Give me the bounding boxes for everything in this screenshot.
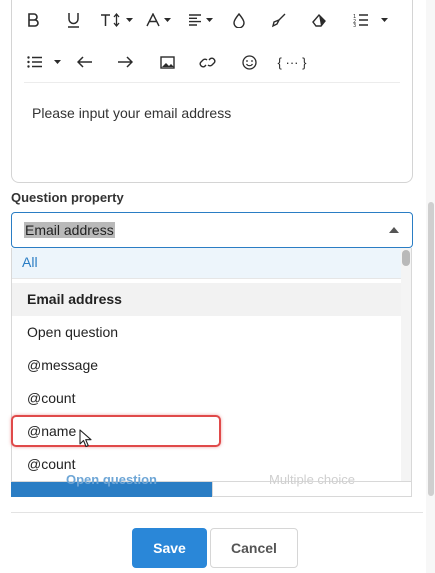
editor-content[interactable]: Please input your email address [32,105,231,121]
cancel-button[interactable]: Cancel [210,528,298,568]
underline-icon[interactable] [62,0,84,40]
font-size-icon[interactable] [98,0,134,40]
page-scrollbar-thumb[interactable] [428,202,434,496]
rich-text-editor[interactable]: 123 { ··· } Please input your email addr… [11,0,413,183]
segment-multiple-choice-label: Multiple choice [269,472,355,487]
dropdown-option-all[interactable]: All [12,248,402,278]
ordered-list-icon[interactable]: 123 [348,0,392,40]
question-property-label: Question property [11,190,124,205]
drop-icon[interactable] [228,0,250,40]
redo-icon[interactable] [114,42,136,82]
select-value: Email address [24,222,115,238]
chevron-up-icon[interactable] [389,227,399,233]
emoji-icon[interactable] [238,42,260,82]
segment-open-question[interactable]: Open question [11,472,212,497]
undo-icon[interactable] [74,42,96,82]
dropdown-option-message[interactable]: @message [12,349,402,382]
page: 123 { ··· } Please input your email addr… [0,0,435,573]
question-property-select[interactable]: Email address [11,212,413,248]
segment-multiple-choice[interactable]: Multiple choice [212,472,412,497]
bold-icon[interactable] [22,0,44,40]
font-color-icon[interactable] [142,0,174,40]
eraser-icon[interactable] [308,0,330,40]
align-icon[interactable] [184,0,216,40]
footer-divider [11,512,423,513]
image-icon[interactable] [156,42,178,82]
dropdown-divider [12,278,404,279]
property-dropdown[interactable]: All Email address Open question @message… [11,248,412,482]
dropdown-option-name[interactable]: @name [12,415,402,448]
code-icon[interactable]: { ··· } [274,42,310,82]
link-icon[interactable] [196,42,218,82]
dropdown-scrollbar-thumb[interactable] [402,250,410,266]
toolbar-divider [24,82,400,83]
brush-icon[interactable] [268,0,290,40]
dropdown-option-open-question[interactable]: Open question [12,316,402,349]
svg-text:3: 3 [353,23,356,27]
save-button[interactable]: Save [132,528,207,568]
dropdown-scrollbar-track[interactable] [401,248,411,481]
mouse-pointer-icon [79,429,92,448]
segment-open-question-label: Open question [66,472,157,487]
dropdown-option-email-address[interactable]: Email address [12,283,402,316]
dropdown-option-count[interactable]: @count [12,382,402,415]
bullet-list-icon[interactable] [22,42,66,82]
